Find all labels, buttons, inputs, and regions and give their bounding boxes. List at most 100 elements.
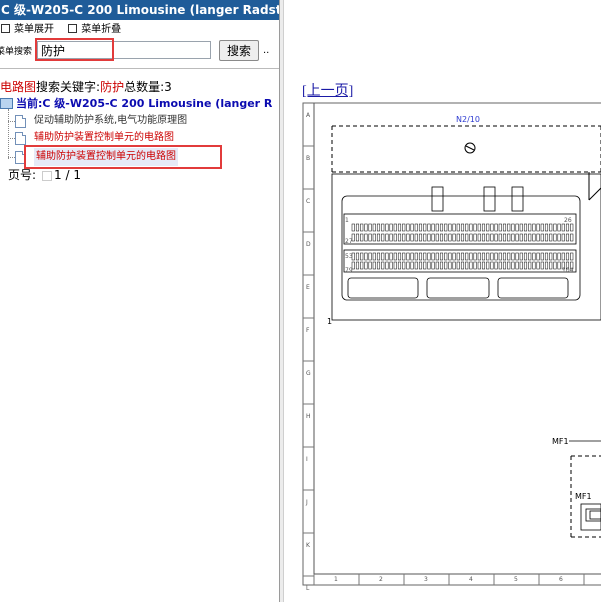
page-value: 1 / 1 [54,168,81,182]
search-label: 菜单搜索 [0,47,33,57]
pin [448,223,452,232]
document-icon [15,151,26,164]
pin [393,252,397,261]
pin [456,233,460,242]
pin [549,233,553,242]
pin [393,261,397,270]
connector-body [341,195,581,301]
pin [460,223,465,232]
pin [452,252,456,261]
pin [519,252,523,261]
pin [490,261,494,270]
pin [460,261,465,270]
page-label: 页号: [8,168,37,182]
pin [465,252,469,261]
pin [431,223,435,232]
row-letter: E [306,284,310,291]
pin [381,261,385,270]
pin [360,252,364,261]
pin [557,233,561,242]
search-row: 菜单搜索 搜索 .. [0,40,279,62]
pin [355,233,360,242]
pin-label: 53 [345,253,353,260]
pin-label: 104 [562,267,574,274]
pin [439,252,444,261]
pin [406,261,410,270]
col-number: 6 [559,576,563,583]
pin [511,261,515,270]
tree-connector [8,138,15,139]
computer-icon [0,97,13,109]
pin [410,252,414,261]
col-number: 1 [334,576,338,583]
pin [414,261,418,270]
row-letter: H [306,413,311,420]
result-item-label: 促动辅助防护系统,电气功能原理图 [34,115,188,126]
pin [439,233,444,242]
mf1-connector [580,503,601,531]
pins-upper [351,223,574,242]
pin [540,252,544,261]
menu-bar: 菜单展开 菜单折叠 [0,21,131,39]
pin [570,252,574,261]
pin [561,252,565,261]
keyword-value: 防护 [100,80,125,94]
pin [418,252,423,261]
pin [528,223,532,232]
menu-collapse[interactable]: 菜单折叠 [67,21,121,39]
pin [561,233,565,242]
pin [540,233,544,242]
pin [389,223,393,232]
pin [498,233,502,242]
pin [376,223,381,232]
pin [536,261,540,270]
search-input[interactable] [37,41,211,59]
pin [490,233,494,242]
search-more[interactable]: .. [263,45,269,56]
pin [486,233,490,242]
pin [435,223,439,232]
result-item-label: 辅助防护装置控制单元的电路图 [34,132,174,143]
pin [427,252,431,261]
pin [486,252,490,261]
pin [393,223,397,232]
pin [498,261,502,270]
tree-line [8,109,9,159]
pin [389,261,393,270]
pin [452,223,456,232]
pin [364,233,368,242]
pin [519,233,523,242]
pin [397,261,402,270]
pin [406,252,410,261]
col-ticks: 1234567 [313,574,585,585]
pin [481,233,486,242]
pin [368,252,372,261]
pin [477,233,481,242]
pin [444,252,448,261]
pin [557,261,561,270]
pin [360,223,364,232]
pin [427,223,431,232]
pin [465,223,469,232]
menu-expand[interactable]: 菜单展开 [0,21,54,39]
search-button[interactable]: 搜索 [219,40,259,61]
pin [544,252,549,261]
pin [368,223,372,232]
pin [481,261,486,270]
ref-label: 1 [327,317,332,326]
row-letter: I [306,456,308,463]
pin [561,223,565,232]
pin-label: 79 [345,267,353,274]
pin [557,252,561,261]
pin [565,223,570,232]
pin [460,252,465,261]
col-number: 4 [469,576,473,583]
pin [498,252,502,261]
pin [389,233,393,242]
ground-mark [465,145,475,151]
diagram-viewer: [上一页] ABCDEFGHIJKL 1234567 N2/10 1 1 [284,0,601,602]
tree-root[interactable]: 当前:C 级-W205-C 200 Limousine (langer R [0,95,272,111]
pin [565,252,570,261]
pin [486,261,490,270]
pin [448,233,452,242]
